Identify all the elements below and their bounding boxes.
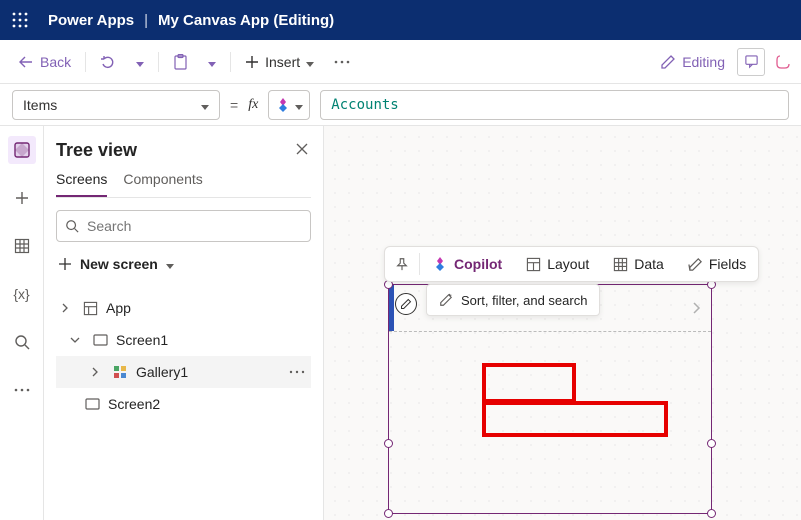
rail-insert[interactable] [8, 184, 36, 212]
editing-label: Editing [682, 54, 725, 70]
chevron-down-icon [70, 335, 84, 345]
paste-button[interactable] [163, 46, 198, 78]
new-screen-label: New screen [80, 256, 158, 272]
fields-icon [688, 257, 703, 272]
tree-item-screen2[interactable]: Screen2 [56, 388, 311, 420]
formula-input[interactable] [331, 97, 778, 113]
row-separator [389, 331, 711, 332]
pill-layout-label: Layout [547, 256, 589, 272]
tree-item-app[interactable]: App [56, 292, 311, 324]
new-screen-button[interactable]: New screen [56, 252, 311, 276]
app-launcher-icon[interactable] [0, 0, 40, 40]
search-icon [65, 219, 79, 233]
tab-screens[interactable]: Screens [56, 171, 107, 197]
resize-handle[interactable] [384, 509, 393, 518]
main-area: {x} Tree view Screens Components New scr… [0, 126, 801, 520]
copilot-button[interactable] [773, 48, 793, 76]
chevron-down-icon [166, 256, 174, 272]
chevron-down-icon [295, 97, 303, 113]
pill-copilot[interactable]: Copilot [420, 247, 514, 281]
resize-handle[interactable] [707, 509, 716, 518]
pill-data-label: Data [634, 256, 664, 272]
equals-label: = [230, 97, 238, 113]
tree-tabs: Screens Components [56, 171, 311, 198]
gallery-floating-toolbar: Copilot Layout Data Fields [384, 246, 759, 316]
insert-label: Insert [265, 54, 300, 70]
tree-list: App Screen1 Gallery1 [56, 292, 311, 420]
pill-sort-filter-search[interactable]: Sort, filter, and search [426, 284, 600, 316]
chevron-right-icon [90, 367, 104, 377]
pill-sort-label: Sort, filter, and search [461, 293, 587, 308]
data-icon [613, 257, 628, 272]
tree-item-label: Screen2 [108, 396, 160, 412]
screen-icon [84, 398, 100, 410]
tree-search-input[interactable] [87, 218, 302, 234]
pill-layout[interactable]: Layout [514, 247, 601, 281]
resize-handle[interactable] [384, 439, 393, 448]
copilot-icon [275, 97, 291, 113]
wand-icon [439, 293, 453, 307]
fx-brand-dropdown[interactable] [268, 90, 310, 120]
rail-more[interactable] [8, 376, 36, 404]
product-name: Power Apps [40, 12, 134, 29]
app-icon [82, 301, 98, 316]
undo-dropdown[interactable] [126, 46, 154, 78]
copilot-icon [432, 256, 448, 272]
undo-button[interactable] [90, 46, 126, 78]
pill-copilot-label: Copilot [454, 256, 502, 272]
pill-data[interactable]: Data [601, 247, 676, 281]
chevron-down-icon [208, 54, 216, 70]
screen-icon [92, 334, 108, 346]
gallery-icon [112, 365, 128, 379]
design-canvas[interactable]: Copilot Layout Data Fields [324, 126, 801, 520]
pill-fields[interactable]: Fields [676, 247, 758, 281]
plus-icon [58, 257, 72, 271]
back-label: Back [40, 54, 71, 70]
rail-tree-view[interactable] [8, 136, 36, 164]
paste-dropdown[interactable] [198, 46, 226, 78]
command-bar: Back Insert Editing [0, 40, 801, 84]
left-rail: {x} [0, 126, 44, 520]
back-button[interactable]: Back [8, 46, 81, 78]
title-bar: Power Apps | My Canvas App (Editing) [0, 0, 801, 40]
insert-button[interactable]: Insert [235, 46, 324, 78]
tree-item-gallery1[interactable]: Gallery1 [56, 356, 311, 388]
resize-handle[interactable] [707, 439, 716, 448]
separator [230, 52, 231, 72]
tree-item-label: Gallery1 [136, 364, 188, 380]
formula-bar: Items = fx [0, 84, 801, 126]
rail-variables[interactable]: {x} [8, 280, 36, 308]
document-name: My Canvas App (Editing) [158, 12, 334, 29]
property-selector[interactable]: Items [12, 90, 220, 120]
chevron-right-icon [60, 303, 74, 313]
tree-item-more[interactable] [289, 370, 305, 374]
overflow-button[interactable] [324, 46, 360, 78]
editing-mode-button[interactable]: Editing [660, 54, 737, 70]
property-name: Items [23, 97, 57, 113]
separator [85, 52, 86, 72]
rail-data[interactable] [8, 232, 36, 260]
tree-view-pane: Tree view Screens Components New screen [44, 126, 324, 520]
rail-search[interactable] [8, 328, 36, 356]
tree-item-label: Screen1 [116, 332, 168, 348]
tree-item-label: App [106, 300, 131, 316]
tree-item-screen1[interactable]: Screen1 [56, 324, 311, 356]
tree-view-title: Tree view [56, 140, 311, 161]
title-separator: | [144, 12, 148, 29]
pill-fields-label: Fields [709, 256, 746, 272]
tab-components[interactable]: Components [123, 171, 202, 197]
chevron-down-icon [136, 54, 144, 70]
fx-label: fx [248, 97, 258, 113]
layout-icon [526, 257, 541, 272]
chevron-down-icon [201, 97, 209, 113]
tree-search[interactable] [56, 210, 311, 242]
separator [158, 52, 159, 72]
comments-button[interactable] [737, 48, 765, 76]
gallery-selection[interactable] [388, 284, 712, 514]
pin-button[interactable] [385, 257, 419, 271]
chevron-down-icon [306, 54, 314, 70]
close-button[interactable] [295, 142, 309, 156]
